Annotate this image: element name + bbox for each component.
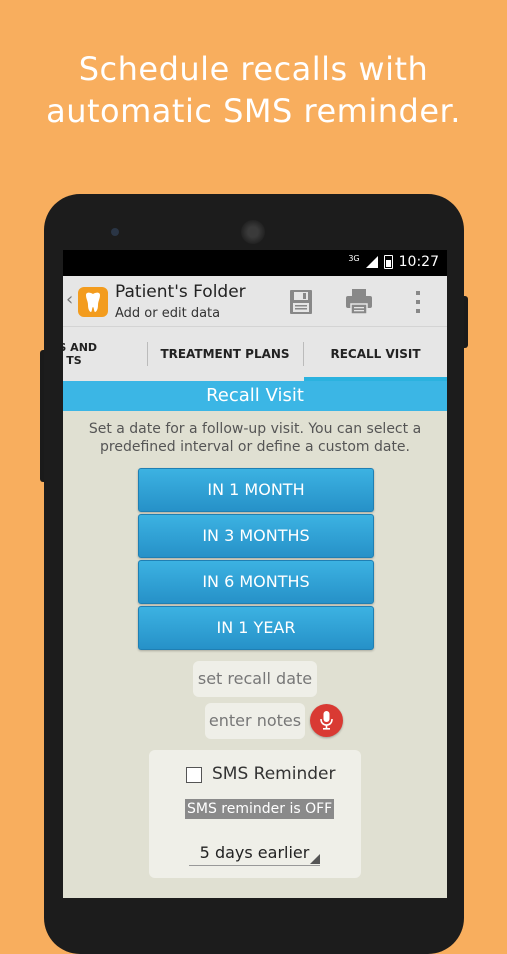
headline: Schedule recalls with automatic SMS remi… bbox=[0, 48, 507, 132]
in-3-months-button[interactable]: IN 3 MONTHS bbox=[138, 514, 374, 558]
dropdown-triangle-icon bbox=[310, 854, 320, 864]
save-icon bbox=[290, 290, 312, 314]
battery-icon bbox=[383, 255, 393, 269]
tab-procedures[interactable]: SS AND TS bbox=[63, 327, 147, 381]
voice-input-button[interactable] bbox=[310, 704, 343, 737]
phone-screen: 3G 10:27 ‹ Patient's Folder Add or edit … bbox=[63, 250, 447, 898]
tab-recall-visit[interactable]: RECALL VISIT bbox=[304, 327, 447, 381]
recall-description: Set a date for a follow-up visit. You ca… bbox=[63, 420, 447, 456]
network-type: 3G bbox=[348, 253, 360, 263]
in-6-months-button[interactable]: IN 6 MONTHS bbox=[138, 560, 374, 604]
headline-line-1: Schedule recalls with bbox=[78, 50, 429, 88]
sms-reminder-checkbox[interactable] bbox=[186, 767, 202, 783]
sms-reminder-label: SMS Reminder bbox=[212, 764, 336, 784]
signal-icon bbox=[365, 256, 378, 268]
recall-date-field[interactable]: set recall date bbox=[193, 661, 317, 697]
in-1-month-button[interactable]: IN 1 MONTH bbox=[138, 468, 374, 512]
sms-status-text: SMS reminder is OFF bbox=[185, 799, 335, 819]
section-title: Recall Visit bbox=[63, 381, 447, 411]
action-bar: ‹ Patient's Folder Add or edit data bbox=[63, 276, 447, 326]
page-subtitle: Add or edit data bbox=[115, 306, 221, 321]
reminder-lead-time-value: 5 days earlier bbox=[199, 843, 310, 862]
more-vert-icon bbox=[416, 291, 420, 313]
status-time: 10:27 bbox=[398, 254, 439, 270]
sms-reminder-card: SMS Reminder SMS reminder is OFF 5 days … bbox=[149, 750, 361, 878]
status-bar: 3G 10:27 bbox=[63, 250, 447, 276]
tab-procedures-line-2: TS bbox=[66, 354, 82, 367]
notes-field[interactable]: enter notes bbox=[205, 703, 305, 739]
recall-description-line-2: predefined interval or define a custom d… bbox=[100, 439, 410, 455]
phone-speaker bbox=[241, 220, 265, 244]
microphone-icon bbox=[320, 711, 333, 730]
in-1-year-button[interactable]: IN 1 YEAR bbox=[138, 606, 374, 650]
tooth-app-icon[interactable] bbox=[78, 287, 108, 317]
page-title: Patient's Folder bbox=[115, 282, 246, 302]
reminder-lead-time-select[interactable]: 5 days earlier bbox=[189, 841, 320, 866]
overflow-menu-button[interactable] bbox=[403, 285, 433, 319]
phone-camera bbox=[111, 228, 119, 236]
tab-treatment-plans[interactable]: TREATMENT PLANS bbox=[148, 327, 302, 381]
headline-line-2: automatic SMS reminder. bbox=[46, 92, 461, 130]
tab-bar: SS AND TS TREATMENT PLANS RECALL VISIT bbox=[63, 326, 447, 381]
tab-procedures-line-1: SS AND bbox=[63, 341, 98, 354]
print-icon bbox=[346, 289, 372, 315]
recall-description-line-1: Set a date for a follow-up visit. You ca… bbox=[88, 421, 422, 437]
back-chevron-icon[interactable]: ‹ bbox=[66, 289, 73, 310]
save-button[interactable] bbox=[283, 285, 319, 319]
print-button[interactable] bbox=[341, 285, 377, 319]
